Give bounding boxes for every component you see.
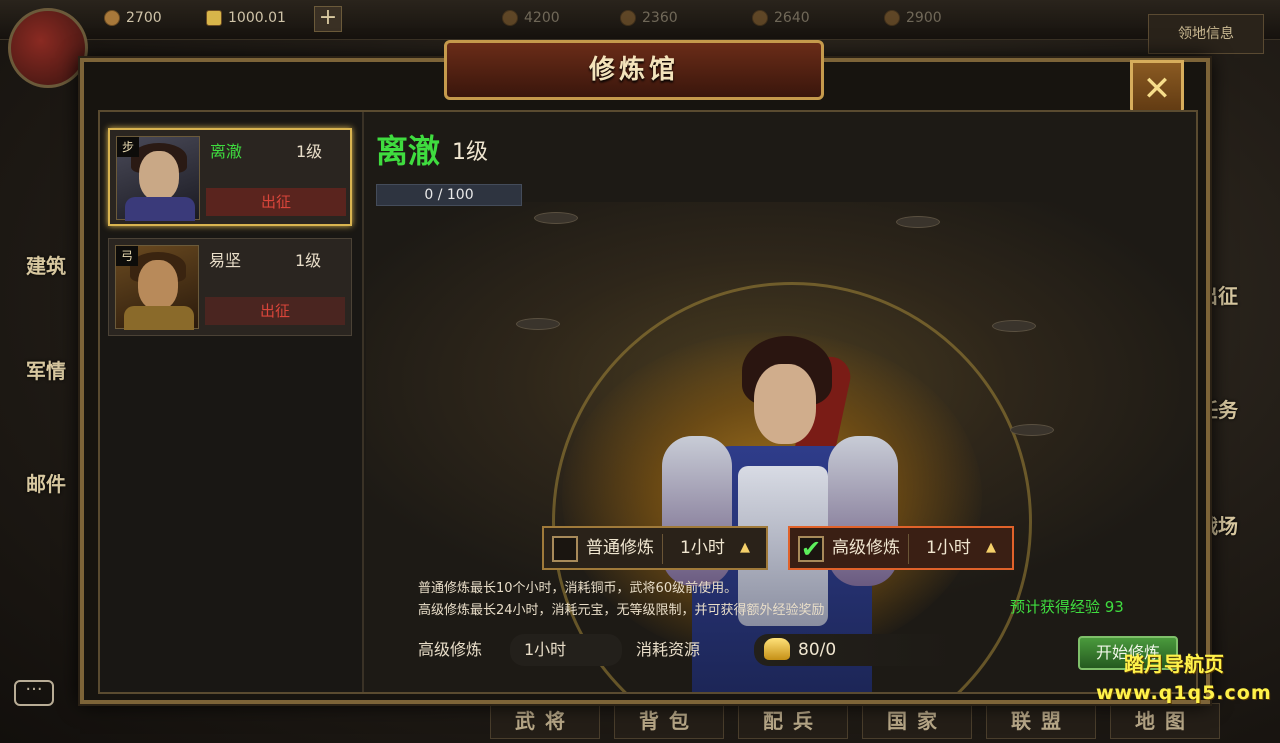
xp-bar: 0 / 100: [376, 184, 522, 206]
hero-portrait: 弓: [115, 245, 199, 330]
stone-resource: 2900: [884, 10, 942, 26]
nav-troops[interactable]: 配兵: [738, 703, 848, 739]
player-avatar[interactable]: [8, 8, 88, 88]
training-summary: 高级修炼 1小时 消耗资源 80/0 开始修炼: [418, 630, 1196, 672]
hero-level: 1级: [295, 251, 322, 270]
food-icon: [620, 10, 636, 26]
recharge-plus-button[interactable]: +: [314, 6, 342, 32]
unit-type-tag: 弓: [116, 246, 138, 266]
checkbox-advanced[interactable]: ✔: [798, 536, 824, 562]
gold-ingot-icon: [764, 638, 790, 660]
side-item-build[interactable]: 建筑: [26, 250, 66, 279]
checkbox-normal[interactable]: [552, 536, 578, 562]
cost-label: 消耗资源: [636, 640, 701, 659]
close-x-icon: ✕: [1142, 69, 1172, 109]
training-description: 普通修炼最长10个小时，消耗铜币，武将60级前使用。 高级修炼最长24小时，消耗…: [418, 581, 825, 618]
side-item-mail[interactable]: 邮件: [26, 468, 66, 497]
nav-nation[interactable]: 国家: [862, 703, 972, 739]
option-advanced-training[interactable]: ✔ 高级修炼 1小时 ▲: [788, 526, 1014, 570]
hero-level: 1级: [296, 142, 323, 161]
option-label: 普通修炼: [586, 538, 654, 558]
left-side-menu: 建筑 军情 邮件: [0, 100, 80, 740]
bottom-nav: 武将 背包 配兵 国家 联盟 地图: [490, 703, 1220, 739]
option-label: 高级修炼: [832, 538, 900, 558]
expected-exp: 预计获得经验 93: [1010, 598, 1124, 616]
cost-box: 80/0: [754, 634, 954, 666]
hero-stage: [366, 202, 1196, 692]
watermark-url: www.q1q5.com: [1096, 682, 1272, 704]
training-detail: 离澈 1级 0 / 100 普通修炼 1小时 ▲ ✔ 高级修炼 1小时 ▲ 普通…: [366, 112, 1196, 692]
iron-icon: [752, 10, 768, 26]
hero-name: 易坚: [209, 251, 242, 270]
side-item-intel[interactable]: 军情: [26, 355, 66, 384]
duration-value: 1小时: [926, 538, 971, 558]
triangle-up-icon[interactable]: ▲: [740, 528, 750, 568]
mode-value: 1小时: [510, 634, 622, 666]
resource-bar: 2700 1000.01 + 4200 2360 2640 2900: [0, 0, 1280, 40]
mode-label: 高级修炼: [418, 640, 483, 659]
hero-card-selected[interactable]: 步 离澈 1级 出征: [108, 128, 352, 226]
selected-hero-name: 离澈: [376, 132, 441, 170]
hero-list[interactable]: 步 离澈 1级 出征 弓 易坚 1级 出征: [100, 112, 364, 692]
iron-resource: 2640: [752, 10, 810, 26]
dialog-title: 修炼馆: [444, 40, 824, 100]
food-resource: 2360: [620, 10, 678, 26]
wood-resource: 4200: [502, 10, 560, 26]
chat-icon[interactable]: ···: [14, 680, 54, 706]
copper-coin-icon: [104, 10, 120, 26]
deploy-button[interactable]: 出征: [206, 188, 346, 216]
hero-card[interactable]: 弓 易坚 1级 出征: [108, 238, 352, 336]
training-hall-dialog: 修炼馆 ✕ 步 离澈 1级 出征 弓 易坚 1级 出征 离澈 1级 0 / 10…: [80, 40, 1210, 704]
dialog-body: 步 离澈 1级 出征 弓 易坚 1级 出征 离澈 1级 0 / 100 普通修炼…: [98, 110, 1198, 694]
nav-alliance[interactable]: 联盟: [986, 703, 1096, 739]
copper-resource: 2700: [104, 10, 162, 26]
cost-value: 80/0: [798, 640, 837, 660]
wood-icon: [502, 10, 518, 26]
watermark-title: 踏月导航页: [1124, 652, 1224, 676]
nav-generals[interactable]: 武将: [490, 703, 600, 739]
duration-value: 1小时: [680, 538, 725, 558]
option-normal-training[interactable]: 普通修炼 1小时 ▲: [542, 526, 768, 570]
unit-type-tag: 步: [117, 137, 139, 157]
gold-resource: 1000.01: [206, 10, 286, 26]
nav-map[interactable]: 地图: [1110, 703, 1220, 739]
hero-portrait: 步: [116, 136, 200, 221]
stone-icon: [884, 10, 900, 26]
nav-bag[interactable]: 背包: [614, 703, 724, 739]
triangle-up-icon[interactable]: ▲: [986, 528, 996, 568]
gold-ingot-icon: [206, 10, 222, 26]
selected-hero-level: 1级: [452, 140, 488, 165]
deploy-button[interactable]: 出征: [205, 297, 345, 325]
hero-name: 离澈: [210, 142, 243, 161]
